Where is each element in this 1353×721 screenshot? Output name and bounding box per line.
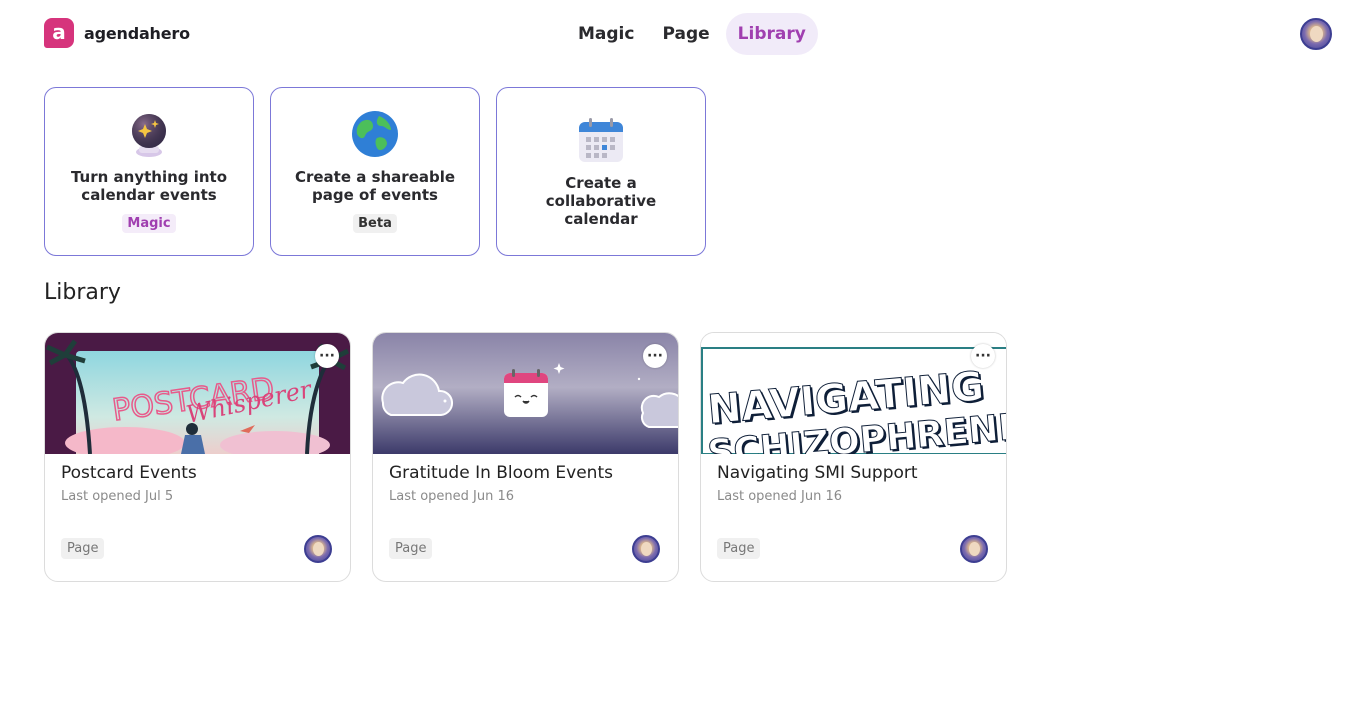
library-heading: Library: [44, 280, 121, 305]
postcard-cover-image: POSTCARD Whisperer ···: [45, 333, 350, 454]
library-list: POSTCARD Whisperer ··· Postcard Events L…: [44, 332, 1007, 582]
library-card[interactable]: POSTCARD Whisperer ··· Postcard Events L…: [44, 332, 351, 582]
card-type-badge: Page: [717, 538, 761, 559]
nav-library[interactable]: Library: [725, 13, 818, 55]
brand[interactable]: a agendahero: [44, 18, 190, 48]
main-nav: Magic Page Library: [566, 13, 818, 55]
crystal-ball-icon: [132, 114, 166, 157]
create-actions: Turn anything into calendar events Magic…: [44, 87, 706, 256]
card-more-button[interactable]: ···: [315, 344, 339, 368]
card-owner-avatar: [632, 535, 660, 563]
page-action-card[interactable]: Create a shareable page of events Beta: [270, 87, 480, 256]
card-last-opened: Last opened Jul 5: [61, 489, 174, 504]
action-title: Create a shareable page of events: [294, 168, 456, 204]
card-type-badge: Page: [61, 538, 105, 559]
brand-logo[interactable]: a: [44, 18, 74, 48]
nav-magic[interactable]: Magic: [566, 13, 646, 55]
library-card[interactable]: NAVIGATING NAVIGATING SCHIZOPHRENIA SCHI…: [700, 332, 1007, 582]
card-last-opened: Last opened Jun 16: [717, 489, 843, 504]
globe-icon: [352, 111, 398, 157]
calendar-icon: [579, 117, 623, 162]
postcard-artwork: POSTCARD Whisperer: [45, 339, 350, 454]
avatar: [304, 535, 332, 563]
card-type-badge: Page: [389, 538, 433, 559]
magic-badge: Magic: [122, 214, 176, 233]
gratitude-cover-image: ···: [373, 333, 678, 454]
library-card[interactable]: ··· Gratitude In Bloom Events Last opene…: [372, 332, 679, 582]
card-more-button[interactable]: ···: [643, 344, 667, 368]
navigating-cover-image: NAVIGATING NAVIGATING SCHIZOPHRENIA SCHI…: [701, 333, 1006, 454]
card-title: Navigating SMI Support: [717, 463, 918, 483]
card-owner-avatar: [304, 535, 332, 563]
card-title: Gratitude In Bloom Events: [389, 463, 613, 483]
card-owner-avatar: [960, 535, 988, 563]
avatar: [960, 535, 988, 563]
avatar: [632, 535, 660, 563]
beta-badge: Beta: [353, 214, 397, 233]
card-more-button[interactable]: ···: [971, 344, 995, 368]
avatar: [1300, 18, 1332, 50]
calendar-action-card[interactable]: Create a collaborative calendar: [496, 87, 706, 256]
user-avatar-button[interactable]: [1300, 18, 1332, 50]
action-title: Create a collaborative calendar: [545, 173, 657, 228]
navigating-artwork: NAVIGATING NAVIGATING SCHIZOPHRENIA SCHI…: [701, 347, 1006, 454]
action-title: Turn anything into calendar events: [70, 168, 228, 204]
brand-name[interactable]: agendahero: [84, 24, 190, 43]
card-last-opened: Last opened Jun 16: [389, 489, 515, 504]
card-title: Postcard Events: [61, 463, 197, 483]
nav-page[interactable]: Page: [650, 13, 721, 55]
gratitude-artwork: [381, 363, 678, 428]
magic-action-card[interactable]: Turn anything into calendar events Magic: [44, 87, 254, 256]
